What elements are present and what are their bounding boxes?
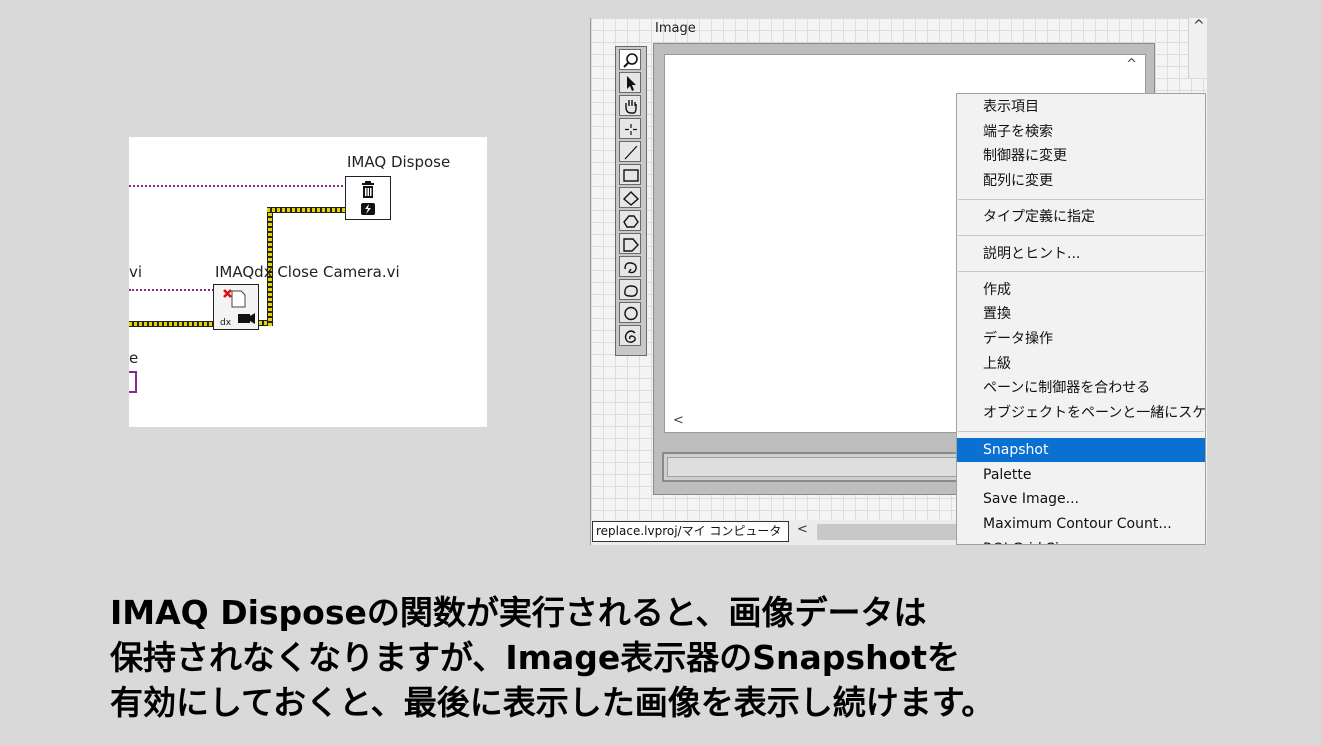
partial-e-label: e <box>129 349 139 367</box>
project-path: replace.lvproj/マイ コンピュータ <box>592 521 789 542</box>
menu-item-create[interactable]: 作成 <box>957 278 1205 302</box>
menu-item-make-type-def[interactable]: タイプ定義に指定 <box>957 205 1205 229</box>
rectangle-tool[interactable] <box>619 164 641 185</box>
purple-wire-middle <box>129 289 217 291</box>
status-scroll-left-icon[interactable]: < <box>797 522 808 537</box>
broken-line-tool[interactable] <box>619 325 641 346</box>
pan-tool[interactable] <box>619 95 641 116</box>
menu-item-advanced[interactable]: 上級 <box>957 352 1205 376</box>
menu-item-save-image[interactable]: Save Image... <box>957 487 1205 511</box>
pointer-tool[interactable] <box>619 72 641 93</box>
image-scroll-up-icon[interactable]: ^ <box>1126 57 1137 72</box>
freehand-line-tool[interactable] <box>619 279 641 300</box>
freehand-region-tool[interactable] <box>619 233 641 254</box>
menu-item-change-to-array[interactable]: 配列に変更 <box>957 169 1205 193</box>
image-wire-top <box>267 207 347 213</box>
point-tool[interactable] <box>619 118 641 139</box>
menu-item-palette[interactable]: Palette <box>957 463 1205 487</box>
scroll-up-icon[interactable]: ^ <box>1193 18 1205 34</box>
zoom-tool[interactable] <box>619 49 641 70</box>
caption-line-2: 保持されなくなりますが、Image表示器のSnapshotを <box>110 638 961 677</box>
menu-item-description-and-tip[interactable]: 説明とヒント... <box>957 242 1205 266</box>
caption-line-1: IMAQ Disposeの関数が実行されると、画像データは <box>110 593 927 632</box>
partial-vi-label: vi <box>129 263 143 281</box>
partial-terminal[interactable] <box>129 371 137 393</box>
imaq-dispose-node[interactable] <box>345 176 391 220</box>
menu-item-scale-object-with-pane[interactable]: オブジェクトをペーンと一緒にスケール <box>957 401 1205 425</box>
menu-item-visible-items[interactable]: 表示項目 <box>957 95 1205 119</box>
context-menu: 表示項目 端子を検索 制御器に変更 配列に変更 タイプ定義に指定 説明とヒント.… <box>956 93 1206 545</box>
menu-item-change-to-control[interactable]: 制御器に変更 <box>957 144 1205 168</box>
status-horizontal-scrollbar[interactable] <box>817 524 977 540</box>
polygon-tool[interactable] <box>619 210 641 231</box>
menu-item-find-terminal[interactable]: 端子を検索 <box>957 120 1205 144</box>
imaqdx-close-camera-node[interactable]: dx <box>213 284 259 330</box>
caption-line-3: 有効にしておくと、最後に表示した画像を表示し続けます。 <box>110 683 995 722</box>
image-scroll-left-icon[interactable]: < <box>673 413 684 428</box>
menu-separator <box>958 431 1204 432</box>
menu-item-maximum-contour-count[interactable]: Maximum Contour Count... <box>957 512 1205 536</box>
imaq-dispose-label: IMAQ Dispose <box>347 153 451 171</box>
menu-item-data-operations[interactable]: データ操作 <box>957 327 1205 351</box>
block-diagram-snippet: IMAQ Dispose vi IMAQdx Close Camera.vi d… <box>129 137 487 427</box>
rotated-rectangle-tool[interactable] <box>619 187 641 208</box>
image-tools-palette <box>615 46 647 356</box>
annulus-tool[interactable] <box>619 256 641 277</box>
close-icon-text: dx <box>220 318 232 328</box>
menu-separator <box>958 199 1204 200</box>
line-tool[interactable] <box>619 141 641 162</box>
slide-caption: IMAQ Disposeの関数が実行されると、画像データは 保持されなくなります… <box>110 590 1290 725</box>
image-wire-bottom <box>129 321 214 327</box>
image-indicator-label: Image <box>655 21 696 36</box>
panel-vertical-scrollbar[interactable]: ^ <box>1188 18 1207 78</box>
menu-item-snapshot[interactable]: Snapshot <box>957 438 1205 462</box>
menu-separator <box>958 271 1204 272</box>
close-camera-icon: dx <box>220 289 255 328</box>
menu-item-roi-grid-size[interactable]: ROI Grid Size... <box>957 537 1205 544</box>
trash-icon <box>361 181 375 215</box>
purple-wire-top <box>129 185 347 187</box>
close-camera-label: IMAQdx Close Camera.vi <box>215 263 400 281</box>
menu-separator <box>958 235 1204 236</box>
oval-tool[interactable] <box>619 302 641 323</box>
menu-item-fit-control-to-pane[interactable]: ペーンに制御器を合わせる <box>957 376 1205 400</box>
menu-item-replace[interactable]: 置換 <box>957 302 1205 326</box>
